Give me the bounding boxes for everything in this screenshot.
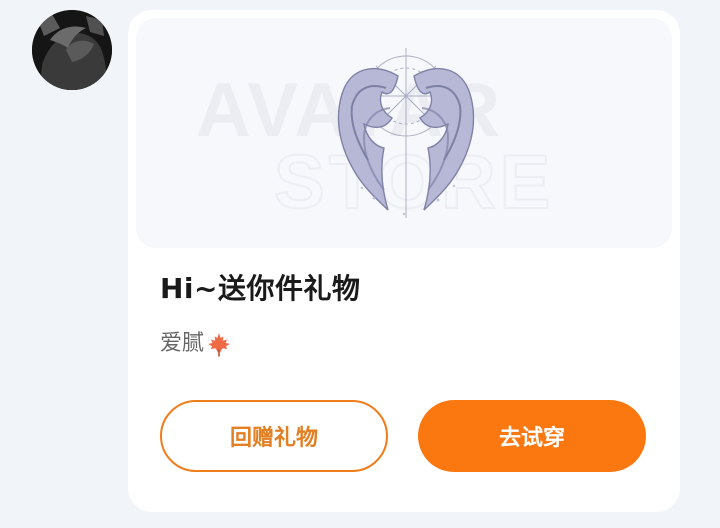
watermark-line2: STORE bbox=[274, 140, 554, 225]
sender-line: 爱腻 bbox=[160, 328, 232, 360]
avatar-photo bbox=[32, 10, 112, 90]
gift-title: Hi~送你件礼物 bbox=[160, 272, 361, 305]
gift-banner: AVATAR STORE bbox=[136, 18, 672, 248]
maple-leaf-icon bbox=[206, 331, 232, 357]
sender-name: 爱腻 bbox=[160, 331, 205, 356]
avatar[interactable] bbox=[32, 10, 112, 90]
gift-card: AVATAR STORE bbox=[128, 10, 680, 512]
wings-icon: AVATAR STORE bbox=[196, 48, 554, 226]
try-on-button[interactable]: 去试穿 bbox=[418, 400, 646, 472]
return-gift-button[interactable]: 回赠礼物 bbox=[160, 400, 388, 472]
